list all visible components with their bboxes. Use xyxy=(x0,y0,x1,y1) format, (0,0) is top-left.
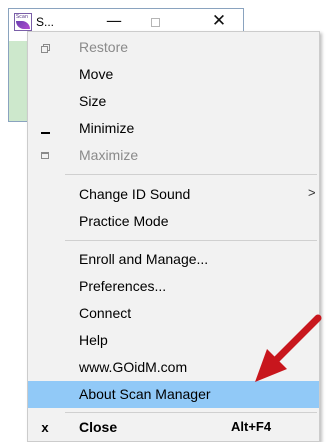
menu-item-about-scan-manager[interactable]: About Scan Manager xyxy=(28,381,319,408)
menu-separator xyxy=(65,174,317,175)
menu-item-size[interactable]: Size xyxy=(28,88,319,115)
menu-item-connect[interactable]: Connect xyxy=(28,300,319,327)
close-icon: x xyxy=(41,420,49,435)
menu-item-label: Change ID Sound xyxy=(79,186,191,202)
menu-item-label: Enroll and Manage... xyxy=(79,251,209,267)
menu-item-label: Maximize xyxy=(79,147,139,163)
menu-item-label: Size xyxy=(79,93,107,109)
menu-item-close[interactable]: x Close Alt+F4 xyxy=(28,414,319,441)
menu-item-label: Practice Mode xyxy=(79,213,169,229)
menu-item-practice-mode[interactable]: Practice Mode xyxy=(28,208,319,235)
menu-item-shortcut: Alt+F4 xyxy=(231,419,272,434)
menu-item-change-id-sound[interactable]: Change ID Sound > xyxy=(28,181,319,208)
menu-separator xyxy=(65,412,317,413)
menu-item-maximize: Maximize xyxy=(28,142,319,169)
menu-item-label: www.GOidM.com xyxy=(79,359,188,375)
restore-icon xyxy=(28,34,62,61)
maximize-window-button[interactable] xyxy=(151,18,160,27)
menu-item-minimize[interactable]: Minimize xyxy=(28,115,319,142)
menu-item-restore: Restore xyxy=(28,34,319,61)
app-icon-text: Scan xyxy=(16,14,29,20)
menu-item-label: Minimize xyxy=(79,120,135,136)
menu-item-move[interactable]: Move xyxy=(28,61,319,88)
submenu-chevron-icon: > xyxy=(308,185,316,200)
menu-item-label: Restore xyxy=(79,39,129,55)
menu-item-enroll-and-manage[interactable]: Enroll and Manage... xyxy=(28,246,319,273)
menu-separator xyxy=(65,240,317,241)
screenshot-stage: Scan S... — ✕ Restore Move Size Minimize xyxy=(0,0,326,442)
menu-item-label: Help xyxy=(79,332,108,348)
menu-item-label: About Scan Manager xyxy=(79,386,211,402)
menu-item-preferences[interactable]: Preferences... xyxy=(28,273,319,300)
minimize-window-button[interactable]: — xyxy=(100,11,128,31)
menu-item-label: Preferences... xyxy=(79,278,167,294)
menu-item-help[interactable]: Help xyxy=(28,327,319,354)
menu-item-website[interactable]: www.GOidM.com xyxy=(28,354,319,381)
system-context-menu: Restore Move Size Minimize Maximize Chan… xyxy=(27,31,320,442)
scan-manager-app-icon[interactable]: Scan xyxy=(14,13,32,31)
menu-item-label: Connect xyxy=(79,305,132,321)
minimize-icon xyxy=(28,115,62,142)
maximize-icon xyxy=(28,142,62,169)
close-window-button[interactable]: ✕ xyxy=(205,11,233,31)
menu-item-label: Move xyxy=(79,66,114,82)
menu-item-label: Close xyxy=(79,419,118,435)
app-icon-swoosh xyxy=(16,21,30,29)
app-window-title: S... xyxy=(36,15,55,29)
